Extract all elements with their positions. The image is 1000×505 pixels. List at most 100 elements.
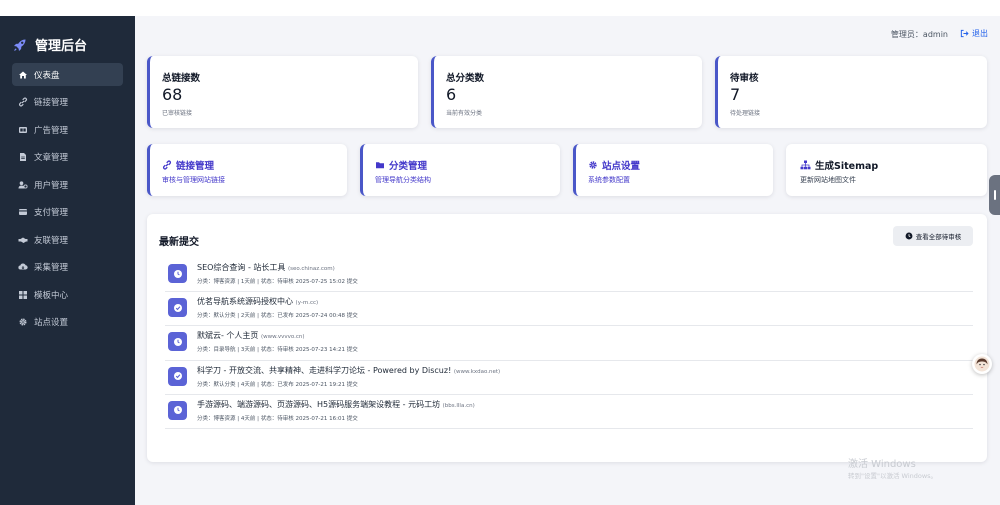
stat-subtitle: 当前有效分类	[446, 110, 483, 117]
sidebar-item-links[interactable]: 链接管理	[12, 91, 123, 114]
gear-icon	[589, 161, 597, 169]
action-title: 站点设置	[588, 158, 640, 172]
view-all-pending-button[interactable]: 查看全部待审核	[893, 226, 973, 246]
list-item[interactable]: 科学刀 - 开放交流、共享精神、走进科学刀论坛 - Powered by Dis…	[165, 361, 973, 395]
item-meta: 分类：博客资源 | 4天前 | 状态：待审核 2025-07-21 16:01 …	[197, 415, 358, 422]
clock-icon	[168, 400, 187, 420]
action-card-categories[interactable]: 分类管理 管理导航分类结构	[360, 144, 560, 196]
stat-subtitle: 待处理链接	[730, 110, 761, 117]
recent-submissions-panel: 最新提交 查看全部待审核 SEO综合查询 - 站长工具 (seo.chinaz.…	[147, 214, 987, 462]
item-meta: 分类：目录导航 | 3天前 | 状态：待审核 2025-07-23 14:21 …	[197, 347, 358, 354]
assistant-avatar-icon[interactable]	[972, 354, 992, 374]
stat-title: 待审核	[730, 73, 759, 84]
list-item[interactable]: 手游源码、端游源码、页游源码、H5源码服务端架设教程 - 元码工坊 (bbs.l…	[165, 395, 973, 429]
stat-subtitle: 已审核链接	[162, 110, 193, 117]
sidebar-item-label: 模板中心	[34, 290, 69, 301]
gear-icon	[18, 317, 28, 327]
brand[interactable]: 管理后台	[0, 16, 135, 60]
app-frame: 管理后台 仪表盘 链接管理 广告管理 文章管理 用户管理 支付管理 友联管理 采…	[0, 16, 1000, 505]
item-domain: (y-m.cc)	[295, 300, 319, 307]
sidebar-item-payments[interactable]: 支付管理	[12, 201, 123, 224]
top-bar: 管理员：admin 退出	[135, 16, 1000, 52]
action-title: 生成Sitemap	[800, 158, 878, 172]
home-icon	[18, 70, 28, 80]
sidebar-item-settings[interactable]: 站点设置	[12, 311, 123, 334]
sidebar-item-label: 支付管理	[34, 208, 69, 218]
item-title-text: 默斌云- 个人主页	[197, 331, 259, 341]
item-title: SEO综合查询 - 站长工具 (seo.chinaz.com)	[197, 262, 335, 273]
file-icon	[18, 152, 28, 162]
sidebar: 管理后台 仪表盘 链接管理 广告管理 文章管理 用户管理 支付管理 友联管理 采…	[0, 16, 135, 505]
action-subtitle: 系统参数配置	[588, 176, 630, 184]
clock-icon	[168, 332, 187, 352]
item-domain: (seo.chinaz.com)	[287, 266, 335, 272]
action-card-sitemap[interactable]: 生成Sitemap 更新网站地图文件	[786, 144, 987, 196]
stat-title: 总链接数	[162, 73, 201, 84]
item-title: 优茗导航系统源码授权中心 (y-m.cc)	[197, 296, 318, 307]
admin-label: 管理员：admin	[890, 30, 948, 39]
link-icon	[162, 160, 172, 170]
stat-value: 68	[162, 85, 183, 104]
check-circle-icon	[168, 298, 187, 318]
item-meta: 分类：默认分类 | 2天前 | 状态：已发布 2025-07-24 00:48 …	[197, 313, 358, 320]
action-title-label: 生成Sitemap	[815, 161, 879, 172]
action-subtitle: 管理导航分类结构	[375, 176, 431, 184]
item-title: 手游源码、端游源码、页游源码、H5源码服务端架设教程 - 元码工坊 (bbs.l…	[197, 399, 475, 410]
sitemap-icon	[800, 160, 811, 170]
item-title: 默斌云- 个人主页 (www.vvvvo.cn)	[197, 330, 305, 341]
sidebar-item-collector[interactable]: 采集管理	[12, 256, 123, 279]
sidebar-item-ads[interactable]: 广告管理	[12, 118, 123, 141]
sidebar-item-templates[interactable]: 模板中心	[12, 283, 123, 306]
side-panel-handle[interactable]	[989, 175, 1000, 215]
check-circle-icon	[168, 366, 187, 386]
credit-card-icon	[18, 207, 28, 217]
action-subtitle: 更新网站地图文件	[800, 176, 856, 184]
logout-label: 退出	[972, 29, 988, 38]
sidebar-item-label: 采集管理	[34, 263, 69, 273]
link-icon	[18, 97, 28, 107]
ad-icon	[18, 125, 28, 135]
handshake-icon	[18, 235, 28, 245]
sidebar-item-label: 广告管理	[34, 125, 69, 136]
stat-card-total-links: 总链接数 68 已审核链接	[147, 56, 418, 128]
stat-value: 6	[446, 85, 457, 104]
sidebar-item-label: 仪表盘	[34, 70, 60, 81]
sidebar-item-label: 链接管理	[34, 98, 69, 108]
item-domain: (bbs.llla.cn)	[442, 402, 475, 409]
action-title-label: 链接管理	[176, 161, 215, 172]
logout-icon	[960, 29, 969, 38]
sidebar-item-label: 站点设置	[34, 318, 69, 328]
sidebar-item-dashboard[interactable]: 仪表盘	[12, 63, 123, 86]
grid-icon	[18, 290, 28, 300]
list-item[interactable]: 默斌云- 个人主页 (www.vvvvo.cn) 分类：目录导航 | 3天前 |…	[165, 326, 973, 361]
logout-link[interactable]: 退出	[960, 28, 988, 39]
submission-list: SEO综合查询 - 站长工具 (seo.chinaz.com) 分类：博客资源 …	[165, 258, 973, 429]
item-title-text: 优茗导航系统源码授权中心	[197, 297, 293, 307]
item-title: 科学刀 - 开放交流、共享精神、走进科学刀论坛 - Powered by Dis…	[197, 365, 500, 376]
sidebar-item-friendlinks[interactable]: 友联管理	[12, 228, 123, 251]
view-all-label: 查看全部待审核	[915, 233, 962, 241]
item-title-text: SEO综合查询 - 站长工具	[197, 263, 286, 272]
folder-icon	[376, 162, 384, 169]
cloud-download-icon	[18, 262, 28, 272]
users-icon	[18, 180, 28, 190]
stat-value: 7	[730, 85, 741, 104]
list-item[interactable]: 优茗导航系统源码授权中心 (y-m.cc) 分类：默认分类 | 2天前 | 状态…	[165, 292, 973, 327]
sidebar-menu: 仪表盘 链接管理 广告管理 文章管理 用户管理 支付管理 友联管理 采集管理 模…	[0, 63, 135, 334]
stat-card-pending: 待审核 7 待处理链接	[715, 56, 987, 128]
action-subtitle: 审核与管理网站链接	[162, 176, 225, 184]
section-title: 最新提交	[159, 237, 199, 248]
app-title: 管理后台	[35, 39, 88, 54]
windows-activation-hint: 转到"设置"以激活 Windows。	[848, 472, 938, 480]
action-card-links[interactable]: 链接管理 审核与管理网站链接	[147, 144, 347, 196]
sidebar-item-articles[interactable]: 文章管理	[12, 146, 123, 169]
sidebar-item-users[interactable]: 用户管理	[12, 173, 123, 196]
windows-activation-watermark: 激活 Windows	[848, 459, 916, 470]
item-domain: (www.kxdao.net)	[453, 368, 501, 375]
action-card-settings[interactable]: 站点设置 系统参数配置	[573, 144, 773, 196]
action-title: 分类管理	[375, 158, 427, 172]
action-title: 链接管理	[162, 158, 214, 172]
clock-icon	[168, 264, 187, 283]
list-item[interactable]: SEO综合查询 - 站长工具 (seo.chinaz.com) 分类：博客资源 …	[165, 258, 973, 293]
clock-icon	[905, 232, 913, 240]
